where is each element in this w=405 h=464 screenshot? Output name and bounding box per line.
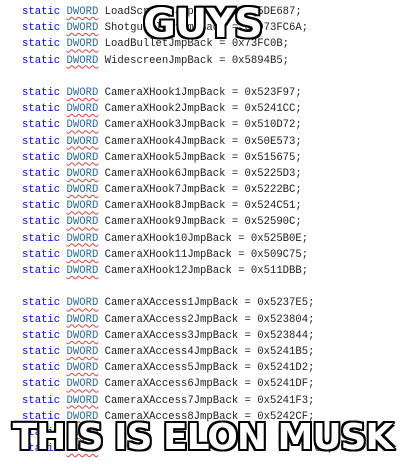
keyword-static: static [22, 329, 61, 342]
declaration-text: CameraXAccess4JmpBack = 0x5241B5; [104, 345, 315, 358]
keyword-static: static [22, 297, 61, 310]
declaration-text: CameraXHook12JmpBack = 0x511DBB; [104, 265, 309, 277]
code-line: static DWORD CameraXHook11JmpBack = 0x50… [22, 247, 405, 263]
declaration-text: CameraXAccess5JmpBack = 0x5241D2; [104, 362, 315, 375]
meme-top-caption: GUYS [142, 1, 264, 47]
code-line: static DWORD CameraXHook4JmpBack = 0x50E… [22, 134, 405, 150]
type-dword: DWORD [66, 167, 99, 180]
declaration-text: CameraXHook5JmpBack = 0x515675; [104, 151, 302, 164]
code-line: static DWORD CameraXAccess2JmpBack = 0x5… [22, 312, 405, 328]
keyword-static: static [22, 362, 61, 375]
code-line: static DWORD CameraXAccess5JmpBack = 0x5… [22, 360, 405, 376]
type-dword: DWORD [66, 200, 99, 213]
declaration-text: CameraXHook4JmpBack = 0x50E573; [104, 135, 302, 148]
type-dword: DWORD [66, 184, 99, 197]
code-line: static DWORD CameraXHook8JmpBack = 0x524… [22, 198, 405, 214]
code-editor: static DWORD LoadScriptsJmpBack = 0x05DE… [22, 4, 405, 457]
keyword-static: static [22, 119, 61, 132]
type-dword: DWORD [66, 265, 99, 277]
declaration-text: CameraXHook2JmpBack = 0x5241CC; [104, 103, 302, 116]
keyword-static: static [22, 54, 61, 67]
keyword-static: static [22, 394, 61, 407]
keyword-static: static [22, 248, 61, 261]
type-dword: DWORD [66, 345, 99, 358]
code-line: static DWORD CameraXAccess7JmpBack = 0x5… [22, 393, 405, 409]
code-line: static DWORD CameraXHook1JmpBack = 0x523… [22, 85, 405, 101]
declaration-text: CameraXHook1JmpBack = 0x523F97; [104, 86, 302, 99]
declaration-text: CameraXHook11JmpBack = 0x509C75; [104, 248, 309, 261]
code-line: static DWORD CameraXHook7JmpBack = 0x522… [22, 182, 405, 198]
type-dword: DWORD [66, 119, 99, 132]
type-dword: DWORD [66, 151, 99, 164]
keyword-static: static [22, 232, 61, 245]
code-line: static DWORD CameraXHook6JmpBack = 0x522… [22, 166, 405, 182]
type-dword: DWORD [66, 54, 99, 67]
code-line: static DWORD CameraXHook3JmpBack = 0x510… [22, 117, 405, 133]
type-dword: DWORD [66, 313, 99, 326]
declaration-text: WidescreenJmpBack = 0x5894B5; [104, 54, 290, 67]
code-line: static DWORD CameraXHook2JmpBack = 0x524… [22, 101, 405, 117]
code-line: static DWORD CameraXAccess4JmpBack = 0x5… [22, 344, 405, 360]
declaration-text: CameraXAccess7JmpBack = 0x5241F3; [104, 394, 315, 407]
code-line: static DWORD WidescreenJmpBack = 0x5894B… [22, 53, 405, 69]
code-line: static DWORD CameraXHook12JmpBack = 0x51… [22, 263, 405, 279]
keyword-static: static [22, 378, 61, 391]
declaration-text: CameraXAccess1JmpBack = 0x5237E5; [104, 297, 315, 310]
type-dword: DWORD [66, 394, 99, 407]
type-dword: DWORD [66, 232, 99, 245]
declaration-text: CameraXAccess6JmpBack = 0x5241DF; [104, 378, 315, 391]
keyword-static: static [22, 135, 61, 148]
declaration-text: CameraXAccess3JmpBack = 0x523844; [104, 329, 315, 342]
type-dword: DWORD [66, 135, 99, 148]
code-line: static DWORD CameraXHook5JmpBack = 0x515… [22, 150, 405, 166]
declaration-text: CameraXHook10JmpBack = 0x525B0E; [104, 232, 309, 245]
code-line: static DWORD CameraXAccess3JmpBack = 0x5… [22, 328, 405, 344]
keyword-static: static [22, 200, 61, 213]
type-dword: DWORD [66, 297, 99, 310]
type-dword: DWORD [66, 378, 99, 391]
keyword-static: static [22, 151, 61, 164]
declaration-text: CameraXHook9JmpBack = 0x52590C; [104, 216, 302, 229]
type-dword: DWORD [66, 362, 99, 375]
type-dword: DWORD [66, 216, 99, 229]
declaration-text: CameraXHook3JmpBack = 0x510D72; [104, 119, 302, 132]
code-line: static DWORD CameraXAccess1JmpBack = 0x5… [22, 295, 405, 311]
type-dword: DWORD [66, 329, 99, 342]
declaration-text: CameraXHook8JmpBack = 0x524C51; [104, 200, 302, 213]
type-dword: DWORD [66, 86, 99, 99]
keyword-static: static [22, 313, 61, 326]
type-dword: DWORD [66, 248, 99, 261]
code-line: static DWORD CameraXHook10JmpBack = 0x52… [22, 231, 405, 247]
type-dword: DWORD [66, 103, 99, 116]
code-line: static DWORD CameraXAccess6JmpBack = 0x5… [22, 376, 405, 392]
declaration-text: CameraXHook6JmpBack = 0x5225D3; [104, 167, 302, 180]
code-line: static DWORD CameraXHook9JmpBack = 0x525… [22, 214, 405, 230]
keyword-static: static [22, 184, 61, 197]
keyword-static: static [22, 216, 61, 229]
keyword-static: static [22, 265, 61, 277]
keyword-static: static [22, 167, 61, 180]
keyword-static: static [22, 103, 61, 116]
keyword-static: static [22, 345, 61, 358]
meme-bottom-caption: THIS IS ELON MUSK [12, 417, 395, 459]
declaration-text: CameraXAccess2JmpBack = 0x523804; [104, 313, 315, 326]
declaration-text: CameraXHook7JmpBack = 0x5222BC; [104, 184, 302, 197]
keyword-static: static [22, 86, 61, 99]
